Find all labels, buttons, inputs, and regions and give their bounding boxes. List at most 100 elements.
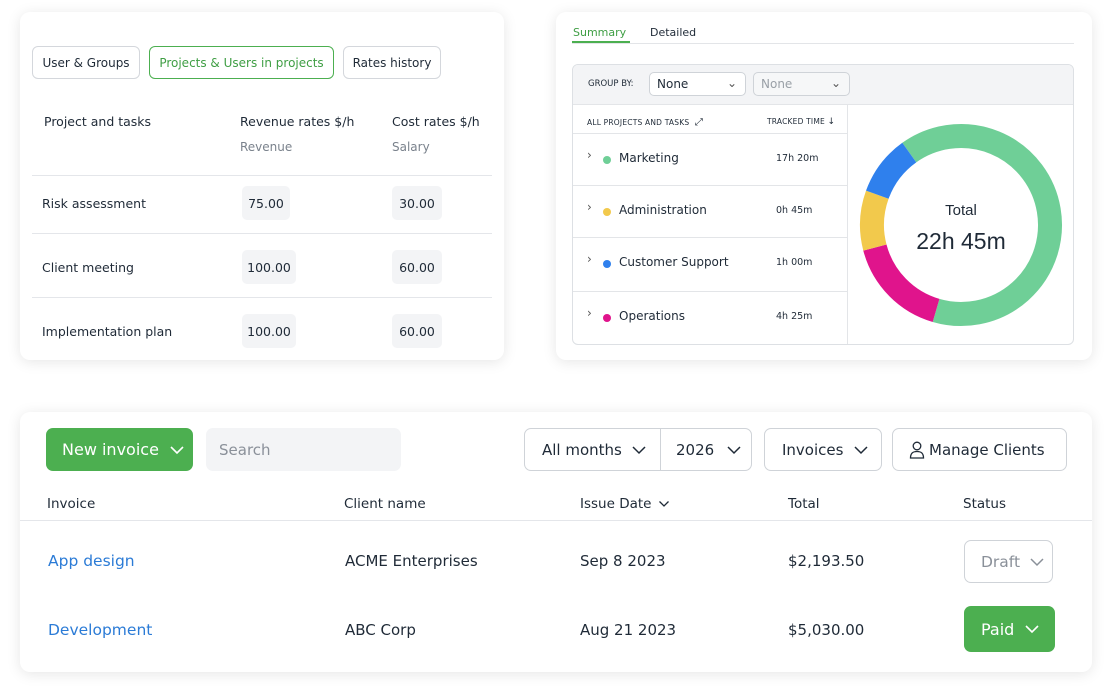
chevron-down-icon (727, 445, 741, 454)
project-color-dot (603, 156, 611, 164)
divider (32, 175, 492, 176)
col-cost-rates: Cost rates $/h (392, 114, 480, 129)
chevron-down-icon: ⌄ (726, 76, 737, 90)
project-row-marketing[interactable]: › Marketing 17h 20m (573, 133, 848, 185)
revenue-rate-input[interactable]: 100.00 (242, 314, 296, 348)
invoice-link[interactable]: Development (48, 621, 152, 639)
project-time: 4h 25m (776, 311, 813, 322)
project-name: Marketing (619, 151, 679, 165)
invoice-total: $2,193.50 (788, 552, 865, 570)
search-input[interactable]: Search (206, 428, 401, 471)
project-row-operations[interactable]: › Operations 4h 25m (573, 291, 848, 343)
col-project-tasks: Project and tasks (44, 114, 152, 129)
group-by-bar: GROUP BY: None ⌄ None ⌄ (573, 65, 1073, 105)
divider (32, 297, 492, 298)
rates-panel: User & Groups Projects & Users in projec… (20, 12, 504, 360)
expand-icon[interactable]: ⤢ (695, 117, 703, 128)
tab-projects-users[interactable]: Projects & Users in projects (149, 46, 334, 79)
summary-panel: Summary Detailed GROUP BY: None ⌄ None ⌄… (556, 12, 1092, 360)
invoice-type-dropdown[interactable]: Invoices (764, 428, 882, 471)
project-name: Customer Support (619, 255, 729, 269)
search-placeholder: Search (219, 440, 271, 459)
col-tracked-time[interactable]: TRACKED TIME ↓ (767, 117, 835, 127)
tabs-divider (572, 43, 1074, 44)
invoice-type-value: Invoices (782, 440, 844, 459)
chevron-down-icon (1030, 557, 1044, 566)
col-all-projects: ALL PROJECTS AND TASKS ⤢ (587, 117, 703, 128)
chevron-right-icon[interactable]: › (587, 148, 592, 162)
col-revenue-rates: Revenue rates $/h (240, 114, 355, 129)
donut-total-label: Total (945, 202, 977, 219)
client-name: ABC Corp (345, 621, 416, 639)
time-donut-chart: Total 22h 45m (860, 124, 1062, 326)
project-color-dot (603, 260, 611, 268)
chevron-down-icon (658, 501, 669, 507)
donut-segment-administration (860, 190, 889, 251)
column-divider (847, 105, 848, 344)
chevron-down-icon (170, 445, 184, 454)
task-name: Implementation plan (42, 324, 173, 339)
project-time: 0h 45m (776, 205, 813, 216)
tab-summary[interactable]: Summary (573, 26, 626, 39)
invoice-link[interactable]: App design (48, 552, 135, 570)
tab-detailed[interactable]: Detailed (650, 26, 696, 39)
project-row-customer-support[interactable]: › Customer Support 1h 00m (573, 237, 848, 289)
chevron-right-icon[interactable]: › (587, 200, 592, 214)
chevron-right-icon[interactable]: › (587, 306, 592, 320)
invoices-panel: New invoice Search All months 2026 Invoi… (20, 412, 1092, 672)
issue-date: Sep 8 2023 (580, 552, 666, 570)
user-icon (909, 441, 925, 459)
chevron-down-icon (1025, 625, 1039, 634)
chevron-down-icon (632, 445, 646, 454)
col-status: Status (963, 496, 1007, 512)
invoice-total: $5,030.00 (788, 621, 865, 639)
chevron-down-icon: ⌄ (830, 76, 841, 90)
tab-user-groups[interactable]: User & Groups (32, 46, 140, 79)
project-color-dot (603, 208, 611, 216)
group-by-value: None (657, 77, 689, 91)
year-filter-value: 2026 (676, 440, 715, 459)
tab-rates-history[interactable]: Rates history (343, 46, 441, 79)
new-invoice-label: New invoice (62, 440, 159, 459)
chevron-down-icon (854, 445, 868, 454)
divider (32, 233, 492, 234)
project-row-administration[interactable]: › Administration 0h 45m (573, 185, 848, 237)
donut-segment-customer-support (866, 142, 917, 200)
project-name: Operations (619, 309, 685, 323)
issue-date: Aug 21 2023 (580, 621, 677, 639)
summary-report: GROUP BY: None ⌄ None ⌄ ALL PROJECTS AND… (572, 64, 1074, 345)
cost-rate-input[interactable]: 30.00 (392, 186, 442, 220)
group-by-label: GROUP BY: (588, 79, 634, 89)
group-by-select[interactable]: None ⌄ (649, 72, 746, 96)
cost-rate-input[interactable]: 60.00 (392, 250, 442, 284)
donut-segment-marketing (902, 124, 1062, 326)
chevron-right-icon[interactable]: › (587, 252, 592, 266)
col-all-projects-label: ALL PROJECTS AND TASKS (587, 118, 690, 127)
col-issue-date[interactable]: Issue Date (580, 496, 670, 512)
header-divider (20, 520, 1092, 521)
project-name: Administration (619, 203, 707, 217)
sort-down-icon: ↓ (827, 117, 836, 127)
status-value: Paid (981, 619, 1015, 639)
col-revenue-sub: Revenue (240, 140, 293, 154)
status-dropdown-paid[interactable]: Paid (964, 606, 1055, 652)
group-by-secondary-select[interactable]: None ⌄ (753, 72, 850, 96)
cost-rate-input[interactable]: 60.00 (392, 314, 442, 348)
months-filter-dropdown[interactable]: All months (524, 428, 661, 471)
new-invoice-button[interactable]: New invoice (46, 428, 193, 471)
revenue-rate-input[interactable]: 75.00 (242, 186, 290, 220)
col-invoice: Invoice (47, 496, 96, 512)
manage-clients-button[interactable]: Manage Clients (892, 428, 1067, 471)
revenue-rate-input[interactable]: 100.00 (242, 250, 296, 284)
status-value: Draft (981, 552, 1021, 571)
task-name: Risk assessment (42, 196, 146, 211)
task-name: Client meeting (42, 260, 134, 275)
client-name: ACME Enterprises (345, 552, 478, 570)
col-tracked-time-label: TRACKED TIME (767, 117, 825, 126)
col-total: Total (788, 496, 820, 512)
project-time: 1h 00m (776, 257, 813, 268)
col-issue-date-label: Issue Date (580, 496, 652, 512)
year-filter-dropdown[interactable]: 2026 (660, 428, 752, 471)
status-dropdown-draft[interactable]: Draft (964, 540, 1053, 583)
donut-segment-operations (863, 244, 940, 322)
